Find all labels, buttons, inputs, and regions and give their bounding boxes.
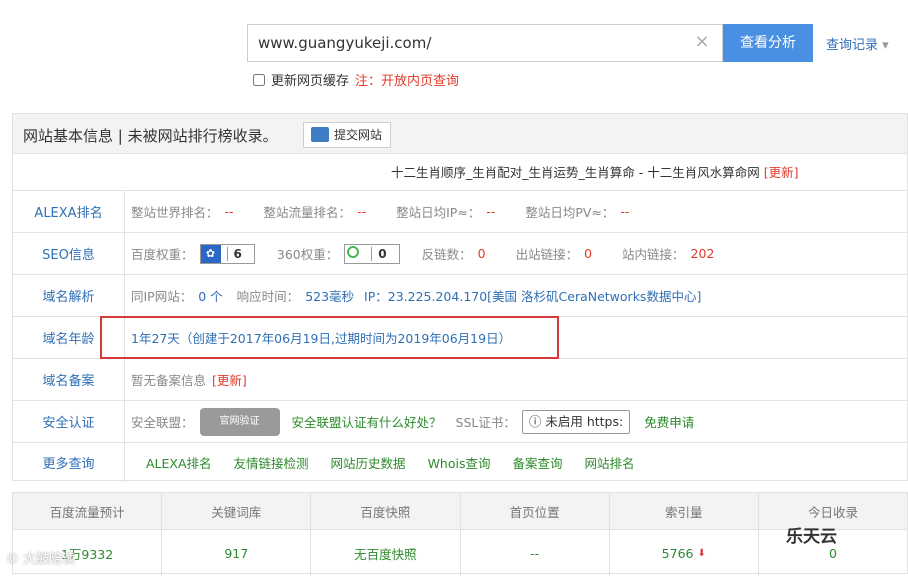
stats-header: 百度快照 [311, 493, 461, 529]
search-header: × 查看分析 查询记录 ▾ 更新网页缓存 注： 开放内页查询 [0, 0, 908, 112]
search-input[interactable] [248, 25, 708, 61]
more-link-rank[interactable]: 网站排名 [585, 453, 635, 472]
response-time-label: 响应时间： [236, 289, 300, 304]
watermark-left: © 大鼓陪读 [6, 552, 76, 567]
more-link-friendlinks[interactable]: 友情链接检测 [234, 453, 309, 472]
ssl-label: SSL证书： [455, 415, 516, 430]
same-ip-label: 同IP网站： [131, 289, 193, 304]
highlight-box [100, 316, 559, 359]
inlinks-value[interactable]: 202 [691, 246, 715, 261]
index-count-value: 5766 [661, 545, 694, 561]
keywords-value[interactable]: 917 [162, 530, 312, 576]
alliance-benefit-link[interactable]: 安全联盟认证有什么好处？ [292, 412, 442, 431]
inlinks-label: 站内链接： [622, 247, 685, 262]
dns-label: 域名解析 [13, 275, 125, 316]
cache-note-prefix: 注： [355, 74, 382, 89]
stats-header: 索引量 [610, 493, 759, 529]
watermark-right: 乐天云 [786, 527, 837, 547]
chevron-down-icon: ▾ [882, 38, 889, 53]
security-row: 安全认证 安全联盟： 官网验证 安全联盟认证有什么好处？ SSL证书： ⓘ 未启… [13, 400, 907, 442]
submit-site-label: 提交网站 [334, 128, 383, 142]
cache-label: 更新网页缓存 [271, 74, 350, 89]
stats-header: 百度流量预计 [13, 493, 163, 529]
backlinks-label: 反链数： [421, 247, 472, 262]
cache-option: 更新网页缓存 注： 开放内页查询 [253, 70, 459, 89]
cache-note-link[interactable]: 开放内页查询 [381, 70, 459, 89]
homepage-position-value: -- [461, 530, 610, 576]
more-query-label: 更多查询 [13, 443, 125, 482]
chart-icon [311, 127, 329, 142]
alexa-traffic-label: 整站流量排名： [263, 205, 352, 220]
alexa-world-label: 整站世界排名： [131, 205, 219, 220]
stats-value-row: 1万9332 917 无百度快照 -- 5766 ⬇ 0 [13, 530, 907, 576]
baidu-weight-badge[interactable]: ✿ 6 [199, 243, 255, 264]
verification-seal-icon[interactable]: 官网验证 [199, 407, 280, 436]
query-history-link[interactable]: 查询记录 ▾ [826, 34, 889, 53]
site-title-line: 十二生肖顺序_生肖配对_生肖运势_生肖算命 - 十二生肖风水算命网 [更新] [391, 162, 798, 181]
more-link-history[interactable]: 网站历史数据 [331, 453, 406, 472]
query-history-label: 查询记录 [826, 38, 879, 53]
stats-table: 百度流量预计 关键词库 百度快照 首页位置 索引量 今日收录 1万9332 91… [12, 492, 908, 576]
dns-row: 域名解析 同IP网站： 0 个 响应时间： 523毫秒 IP：23.225.20… [13, 274, 907, 316]
more-link-alexa[interactable]: ALEXA排名 [146, 453, 212, 472]
seo-row: SEO信息 百度权重： ✿ 6 360权重： 0 反链数： 0 出站链接： 0 … [13, 232, 907, 274]
outlinks-value[interactable]: 0 [584, 246, 592, 261]
snapshot-value[interactable]: 无百度快照 [311, 530, 461, 576]
arrow-down-icon: ⬇ [697, 547, 706, 559]
alexa-label: ALEXA排名 [13, 191, 125, 232]
alexa-pv-value: -- [620, 204, 630, 219]
icp-label: 域名备案 [13, 359, 125, 400]
baidu-weight-value: 6 [226, 246, 248, 261]
security-label: 安全认证 [13, 401, 125, 442]
more-link-icp[interactable]: 备案查询 [512, 453, 562, 472]
alexa-ip-label: 整站日均IP≈： [396, 205, 481, 220]
seo-label: SEO信息 [13, 233, 125, 274]
alexa-traffic-value: -- [357, 204, 367, 219]
icp-row: 域名备案 暂无备案信息 [更新] [13, 358, 907, 400]
s360-weight-badge[interactable]: 0 [344, 243, 400, 264]
outlinks-label: 出站链接： [515, 247, 579, 262]
stats-header: 关键词库 [162, 493, 312, 529]
icp-value: 暂无备案信息 [131, 373, 207, 388]
panel-header: 网站基本信息 | 未被网站排行榜收录。 提交网站 [13, 114, 907, 154]
site-title: 十二生肖顺序_生肖配对_生肖运势_生肖算命 - 十二生肖风水算命网 [391, 165, 760, 180]
clear-icon[interactable]: × [692, 32, 712, 52]
site-info-panel: 网站基本信息 | 未被网站排行榜收录。 提交网站 十二生肖顺序_生肖配对_生肖运… [12, 113, 908, 482]
panel-title: 网站基本信息 | 未被网站排行榜收录。 [23, 127, 278, 145]
search-box: × [247, 24, 723, 62]
submit-site-button[interactable]: 提交网站 [303, 122, 392, 148]
ssl-status-button[interactable]: ⓘ 未启用 https: [521, 409, 631, 434]
response-time-value: 523毫秒 [305, 289, 355, 304]
ssl-apply-link[interactable]: 免费申请 [644, 412, 694, 431]
icp-update-link[interactable]: [更新] [212, 370, 247, 389]
cache-checkbox[interactable] [253, 73, 265, 86]
s360-weight-value: 0 [371, 246, 392, 261]
same-ip-value[interactable]: 0 个 [198, 286, 222, 305]
analyze-button[interactable]: 查看分析 [723, 24, 813, 62]
alexa-pv-label: 整站日均PV≈： [525, 205, 615, 220]
stats-header: 首页位置 [461, 493, 610, 529]
ring-icon [345, 244, 366, 263]
index-count-cell[interactable]: 5766 ⬇ [610, 530, 759, 576]
update-title-link[interactable]: [更新] [764, 165, 799, 180]
more-link-whois[interactable]: Whois查询 [428, 453, 491, 472]
ip-info[interactable]: IP：23.225.204.170[美国 洛杉矶CeraNetworks数据中心… [364, 286, 701, 305]
s360-weight-label: 360权重： [276, 247, 339, 262]
backlinks-value[interactable]: 0 [478, 246, 486, 261]
paw-icon: ✿ [200, 244, 221, 263]
alliance-label: 安全联盟： [131, 415, 194, 430]
more-query-row: 更多查询 ALEXA排名 友情链接检测 网站历史数据 Whois查询 备案查询 … [13, 442, 907, 482]
alexa-ip-value: -- [486, 204, 496, 219]
baidu-weight-label: 百度权重： [131, 247, 194, 262]
alexa-world-value: -- [224, 204, 234, 219]
alexa-row: ALEXA排名 整站世界排名： -- 整站流量排名： -- 整站日均IP≈： -… [13, 190, 907, 232]
stats-header-row: 百度流量预计 关键词库 百度快照 首页位置 索引量 今日收录 [13, 493, 907, 530]
